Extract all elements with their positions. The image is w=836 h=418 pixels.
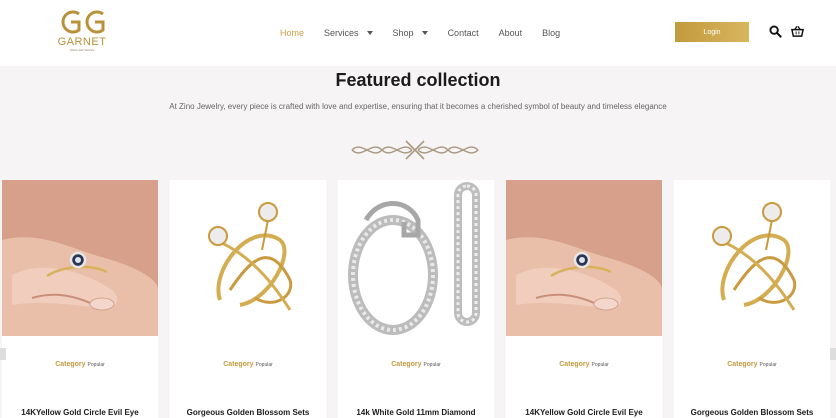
hoop-earrings-image xyxy=(338,180,494,336)
site-header: GARNET Shine with Stories Home Services … xyxy=(0,0,836,66)
product-image[interactable] xyxy=(338,180,494,336)
main-nav: Home Services Shop Contact About Blog xyxy=(280,26,580,40)
nav-services-label: Services xyxy=(324,28,359,38)
chevron-down-icon xyxy=(421,31,428,35)
product-category: Category Popular xyxy=(2,361,158,368)
product-image[interactable] xyxy=(506,180,662,336)
search-icon[interactable] xyxy=(769,25,782,38)
nav-blog-label: Blog xyxy=(542,28,561,38)
category-label: Category xyxy=(55,361,86,368)
brand-tagline: Shine with Stories xyxy=(69,48,94,52)
product-name[interactable]: Gorgeous Golden Blossom Sets xyxy=(170,408,326,417)
category-value: Popular xyxy=(423,362,441,368)
product-card[interactable]: Category Popular 14k White Gold 11mm Diam… xyxy=(338,180,494,418)
product-card[interactable]: Category Popular Gorgeous Golden Blossom … xyxy=(674,180,830,418)
product-category: Category Popular xyxy=(674,361,830,368)
brand-logo[interactable]: GARNET Shine with Stories xyxy=(52,8,112,58)
nav-shop[interactable]: Shop xyxy=(393,28,428,38)
product-category: Category Popular xyxy=(170,361,326,368)
category-label: Category xyxy=(559,361,590,368)
product-image[interactable] xyxy=(170,180,326,336)
category-label: Category xyxy=(391,361,422,368)
login-button[interactable]: Login xyxy=(675,22,749,42)
logo-mark-icon xyxy=(61,10,105,34)
chevron-down-icon xyxy=(366,31,373,35)
nav-blog[interactable]: Blog xyxy=(542,28,560,38)
product-name[interactable]: 14k White Gold 11mm Diamond xyxy=(338,408,494,417)
ornament-divider-icon xyxy=(351,140,479,160)
carousel-prev-arrow[interactable] xyxy=(0,348,6,360)
product-image[interactable] xyxy=(2,180,158,336)
nav-services[interactable]: Services xyxy=(324,28,373,38)
category-value: Popular xyxy=(591,362,609,368)
featured-subtitle: At Zino Jewelry, every piece is crafted … xyxy=(169,102,667,111)
basket-icon[interactable] xyxy=(791,25,804,38)
category-label: Category xyxy=(223,361,254,368)
product-card[interactable]: Category Popular Gorgeous Golden Blossom … xyxy=(170,180,326,418)
category-label: Category xyxy=(727,361,758,368)
hand-ring-image xyxy=(2,180,158,336)
product-name[interactable]: 14KYellow Gold Circle Evil Eye xyxy=(2,408,158,417)
nav-contact-label: Contact xyxy=(447,28,479,38)
carousel-next-arrow[interactable] xyxy=(830,348,836,360)
hand-ring-image xyxy=(506,180,662,336)
product-card[interactable]: Category Popular 14KYellow Gold Circle Ev… xyxy=(506,180,662,418)
category-value: Popular xyxy=(255,362,273,368)
brand-name: GARNET xyxy=(57,36,107,48)
product-name[interactable]: Gorgeous Golden Blossom Sets xyxy=(674,408,830,417)
product-name[interactable]: 14KYellow Gold Circle Evil Eye xyxy=(506,408,662,417)
product-category: Category Popular xyxy=(506,361,662,368)
nav-home[interactable]: Home xyxy=(280,28,304,38)
category-value: Popular xyxy=(87,362,105,368)
nav-about-label: About xyxy=(498,28,523,38)
featured-title: Featured collection xyxy=(335,70,501,90)
product-image[interactable] xyxy=(674,180,830,336)
category-value: Popular xyxy=(759,362,777,368)
product-card[interactable]: Category Popular 14KYellow Gold Circle Ev… xyxy=(2,180,158,418)
nav-home-label: Home xyxy=(280,28,305,38)
nav-contact[interactable]: Contact xyxy=(448,28,479,38)
product-category: Category Popular xyxy=(338,361,494,368)
gold-ring-image xyxy=(674,180,830,336)
nav-about[interactable]: About xyxy=(499,28,523,38)
gold-ring-image xyxy=(170,180,326,336)
nav-shop-label: Shop xyxy=(392,28,414,38)
